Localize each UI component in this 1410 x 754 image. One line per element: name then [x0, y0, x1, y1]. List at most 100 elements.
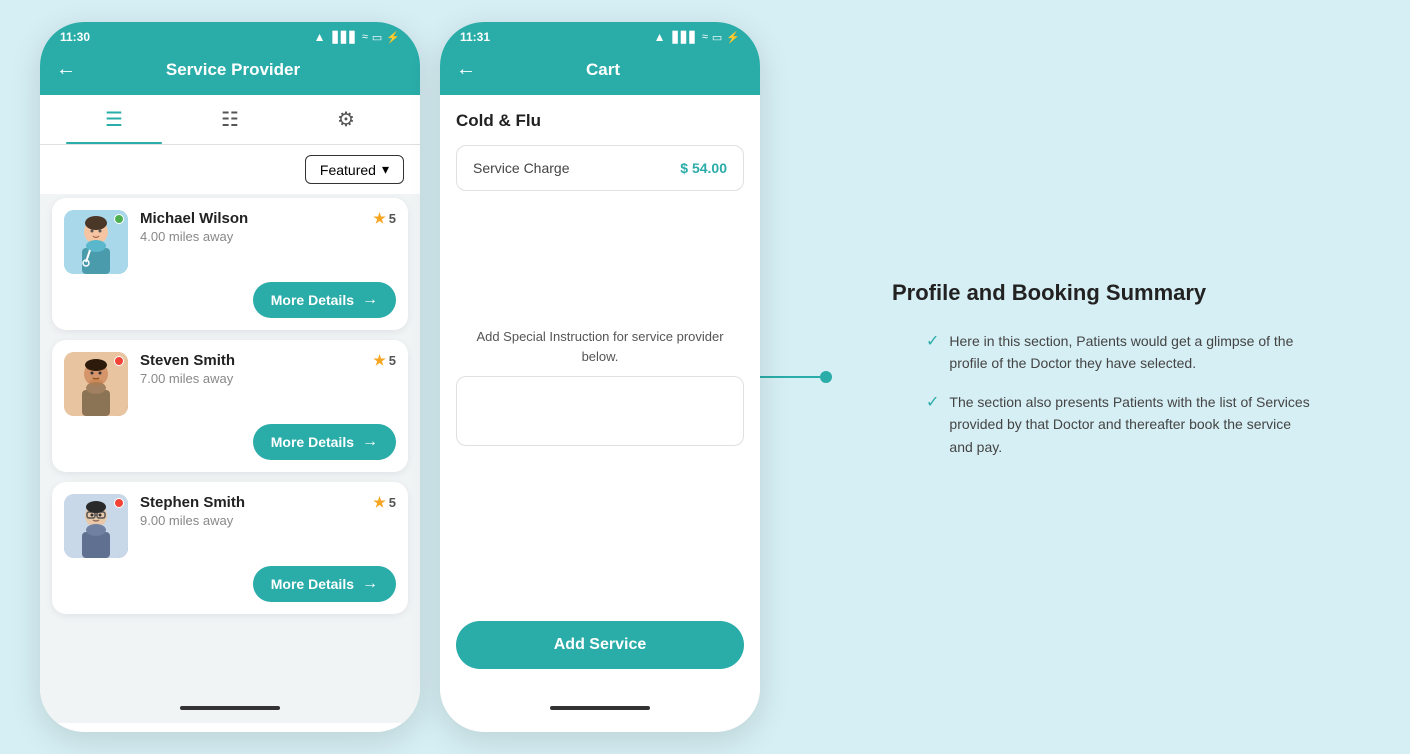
back-button-phone2[interactable]: ← [456, 58, 476, 81]
wifi-icon: ≈ [362, 31, 368, 43]
provider-distance-stephen: 9.00 miles away [140, 513, 361, 528]
home-bar-phone1 [180, 706, 280, 710]
signal-icon: ▋▋▋ [332, 31, 357, 44]
rating-value-michael: 5 [389, 211, 396, 226]
card-action-steven: More Details → [64, 424, 396, 460]
connector-line [760, 376, 820, 378]
provider-rating-stephen: ★ 5 [373, 494, 396, 511]
annotation-section: Profile and Booking Summary ✓ Here in th… [832, 260, 1370, 494]
home-indicator-phone2 [440, 689, 760, 723]
more-details-button-steven[interactable]: More Details → [253, 424, 396, 460]
more-details-button-michael[interactable]: More Details → [253, 282, 396, 318]
status-dot-stephen [114, 498, 124, 508]
back-button-phone1[interactable]: ← [56, 58, 76, 81]
annotation-text-1: Here in this section, Patients would get… [949, 330, 1310, 375]
card-action-michael: More Details → [64, 282, 396, 318]
provider-card-michael: Michael Wilson 4.00 miles away ★ 5 More … [52, 198, 408, 330]
more-details-label-stephen: More Details [271, 576, 354, 592]
rating-value-steven: 5 [389, 353, 396, 368]
more-details-button-stephen[interactable]: More Details → [253, 566, 396, 602]
time-phone2: 11:31 [460, 30, 490, 44]
grid-icon: ☷ [221, 107, 239, 132]
cart-bottom: Add Service [440, 621, 760, 689]
featured-label: Featured [320, 162, 376, 178]
provider-info-stephen: Stephen Smith 9.00 miles away [140, 494, 361, 528]
add-service-button[interactable]: Add Service [456, 621, 744, 669]
avatar-steven [64, 352, 128, 416]
tab-grid[interactable]: ☷ [172, 95, 288, 144]
annotation-item-1: ✓ Here in this section, Patients would g… [926, 330, 1310, 375]
phone1-body: ☰ ☷ ⚙ Featured ▾ [40, 95, 420, 723]
chevron-down-icon: ▾ [382, 161, 389, 178]
time-phone1: 11:30 [60, 30, 90, 44]
phone2-cart: 11:31 ▲ ▋▋▋ ≈ ▭ ⚡ ← Cart Cold & Flu Serv… [440, 22, 760, 732]
avatar-michael [64, 210, 128, 274]
provider-name-stephen: Stephen Smith [140, 494, 361, 511]
provider-distance-steven: 7.00 miles away [140, 371, 361, 386]
home-indicator-phone1 [40, 689, 420, 723]
battery-icon: ▭ [372, 31, 382, 44]
provider-top-stephen: Stephen Smith 9.00 miles away ★ 5 [64, 494, 396, 558]
provider-top-steven: Steven Smith 7.00 miles away ★ 5 [64, 352, 396, 416]
status-bar-phone2: 11:31 ▲ ▋▋▋ ≈ ▭ ⚡ [440, 22, 760, 48]
provider-rating-steven: ★ 5 [373, 352, 396, 369]
rating-value-stephen: 5 [389, 495, 396, 510]
featured-button[interactable]: Featured ▾ [305, 155, 404, 184]
cart-content: Cold & Flu Service Charge $ 54.00 Add Sp… [440, 95, 760, 621]
provider-card-stephen: Stephen Smith 9.00 miles away ★ 5 More D… [52, 482, 408, 614]
phone2-body: Cold & Flu Service Charge $ 54.00 Add Sp… [440, 95, 760, 723]
status-dot-michael [114, 214, 124, 224]
charging-icon-p2: ⚡ [726, 31, 740, 44]
check-icon-2: ✓ [926, 392, 939, 412]
provider-name-steven: Steven Smith [140, 352, 361, 369]
annotation-title-row: Profile and Booking Summary [892, 280, 1310, 306]
more-details-label-michael: More Details [271, 292, 354, 308]
star-icon-stephen: ★ [373, 494, 386, 511]
arrow-icon-steven: → [362, 433, 378, 451]
annotation-items: ✓ Here in this section, Patients would g… [892, 330, 1310, 474]
charging-icon: ⚡ [386, 31, 400, 44]
filter-row: Featured ▾ [40, 145, 420, 194]
provider-distance-michael: 4.00 miles away [140, 229, 361, 244]
annotation-text-2: The section also presents Patients with … [949, 391, 1310, 458]
check-icon-1: ✓ [926, 331, 939, 351]
battery-icon-p2: ▭ [712, 31, 722, 44]
arrow-icon-stephen: → [362, 575, 378, 593]
cart-title: Cold & Flu [456, 111, 744, 131]
star-icon-steven: ★ [373, 352, 386, 369]
connector-dot [820, 371, 832, 383]
provider-top-michael: Michael Wilson 4.00 miles away ★ 5 [64, 210, 396, 274]
wifi-icon-p2: ≈ [702, 31, 708, 43]
provider-info-michael: Michael Wilson 4.00 miles away [140, 210, 361, 244]
home-bar-phone2 [550, 706, 650, 710]
tab-list[interactable]: ☰ [56, 95, 172, 144]
header-phone2: ← Cart [440, 48, 760, 95]
header-title-phone2: Cart [486, 60, 720, 80]
status-dot-steven [114, 356, 124, 366]
service-charge-label: Service Charge [473, 160, 570, 176]
instruction-textarea[interactable] [456, 376, 744, 446]
special-instruction-label: Add Special Instruction for service prov… [456, 327, 744, 366]
phone1-service-provider: 11:30 ▲ ▋▋▋ ≈ ▭ ⚡ ← Service Provider ☰ ☷ [40, 22, 420, 732]
status-bar-phone1: 11:30 ▲ ▋▋▋ ≈ ▭ ⚡ [40, 22, 420, 48]
header-phone1: ← Service Provider [40, 48, 420, 95]
star-icon-michael: ★ [373, 210, 386, 227]
provider-card-steven: Steven Smith 7.00 miles away ★ 5 More De… [52, 340, 408, 472]
signal-icon-p2: ▋▋▋ [672, 31, 697, 44]
tab-filter[interactable]: ⚙ [288, 95, 404, 144]
avatar-stephen [64, 494, 128, 558]
location-icon-p2: ▲ [654, 30, 666, 44]
status-icons-phone2: ▲ ▋▋▋ ≈ ▭ ⚡ [654, 30, 740, 44]
spacer [456, 207, 744, 327]
list-icon: ☰ [105, 107, 123, 132]
provider-name-michael: Michael Wilson [140, 210, 361, 227]
provider-rating-michael: ★ 5 [373, 210, 396, 227]
status-icons-phone1: ▲ ▋▋▋ ≈ ▭ ⚡ [314, 30, 400, 44]
arrow-icon-michael: → [362, 291, 378, 309]
service-charge-amount: $ 54.00 [680, 160, 727, 176]
tab-bar: ☰ ☷ ⚙ [40, 95, 420, 145]
phone1-top-section: ☰ ☷ ⚙ Featured ▾ [40, 95, 420, 194]
connector [760, 371, 832, 383]
annotation-item-2: ✓ The section also presents Patients wit… [926, 391, 1310, 458]
location-icon: ▲ [314, 30, 326, 44]
